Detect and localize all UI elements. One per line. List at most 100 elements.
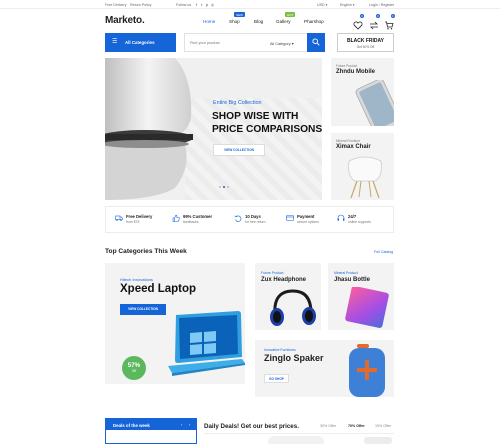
compare-count: 0 <box>376 14 380 18</box>
slider-dot[interactable] <box>219 186 221 188</box>
feature-subtitle: from $75 <box>126 220 140 224</box>
view-collection-button[interactable]: VIEW COLLECTION <box>213 144 265 156</box>
hero-title-line2: PRICE COMPARISONS <box>212 124 322 135</box>
side-card-title: Zhndu Mobile <box>336 69 375 75</box>
hero-title-line1: SHOP WISE WITH <box>212 111 299 122</box>
promo-subtitle: Get 40% Off <box>356 45 375 49</box>
category-title: Zux Headphone <box>261 277 307 283</box>
cart-button[interactable]: 0 <box>384 14 395 30</box>
side-card-kicker: Mineral Furniture <box>336 139 361 143</box>
feature-title: 99% Customer <box>183 214 213 219</box>
wishlist-count: 0 <box>360 14 364 18</box>
category-kicker: Mineral Product <box>334 271 358 275</box>
category-card-bottle[interactable]: Mineral Product Jhasu Bottle <box>328 263 394 330</box>
category-title: Jhasu Bottle <box>334 277 371 283</box>
category-select[interactable]: All Category ▾ <box>270 41 294 46</box>
category-title: Zinglo Spaker <box>264 353 324 363</box>
chevron-right-icon[interactable]: › <box>189 422 190 427</box>
return-policy-link[interactable]: Return Policy <box>130 3 151 7</box>
compare-button[interactable]: 0 <box>369 14 380 30</box>
category-card-speaker[interactable]: Innovative Furnitures Zinglo Spaker GO S… <box>255 340 394 397</box>
login-register-link[interactable]: Login / Register <box>369 3 394 7</box>
pinterest-icon[interactable]: p <box>206 3 208 7</box>
feature-title: Payment <box>297 214 315 219</box>
side-card-chair[interactable]: Mineral Furniture Ximax Chair <box>331 133 394 200</box>
deal-product-image <box>268 436 324 444</box>
category-kicker: Innovative Furnitures <box>264 348 296 352</box>
hero-kicker: Entire Big Collection <box>213 100 262 106</box>
category-kicker: Future Product <box>261 271 284 275</box>
truck-icon <box>115 215 123 221</box>
discount-badge: 57% Off <box>122 356 146 380</box>
nav-home[interactable]: Home <box>203 19 215 24</box>
bottle-image <box>345 287 389 328</box>
category-card-laptop[interactable]: Hitech Innovations Xpeed Laptop VIEW COL… <box>105 263 245 384</box>
hero-slider: Entire Big Collection SHOP WISE WITH PRI… <box>105 58 322 200</box>
thumbs-up-icon <box>172 214 180 222</box>
feature-subtitle: secure system <box>297 220 319 224</box>
return-icon <box>234 215 242 222</box>
side-card-kicker: Future Product <box>336 64 358 68</box>
currency-value: USD <box>317 3 325 7</box>
tab-70-offer[interactable]: 70% Offer <box>348 424 365 428</box>
category-title: Xpeed Laptop <box>120 283 197 295</box>
feature-subtitle: online supports <box>348 220 371 224</box>
facebook-icon[interactable]: f <box>196 3 197 7</box>
slider-dot[interactable] <box>227 186 229 188</box>
search-icon <box>312 38 320 46</box>
free-delivery-link[interactable]: Free Delivery <box>105 3 126 7</box>
cart-count: 0 <box>391 14 395 18</box>
discount-value: 57% <box>127 362 141 369</box>
go-shop-button[interactable]: GO SHOP <box>264 374 289 383</box>
promo-title: BLACK FRIDAY <box>346 38 385 44</box>
side-card-mobile[interactable]: Future Product Zhndu Mobile <box>331 58 394 126</box>
nav-blog[interactable]: Blog <box>254 19 263 24</box>
cart-icon <box>385 21 394 30</box>
feature-subtitle: for free return <box>245 220 266 224</box>
language-select[interactable]: English ▾ <box>340 3 355 7</box>
headphone-image <box>270 289 316 326</box>
nav-gallery[interactable]: Gallery <box>276 19 291 24</box>
speaker-image <box>349 344 385 397</box>
deal-product-image <box>364 437 392 444</box>
top-bar: Free Delivery Return Policy Follow us f … <box>0 0 500 9</box>
black-friday-promo[interactable]: BLACK FRIDAY Get 40% Off <box>337 33 394 52</box>
slider-dot-active[interactable] <box>223 186 225 188</box>
menu-icon: ☰ <box>112 39 118 45</box>
all-categories-label: All Categories <box>125 40 155 45</box>
nav-shop[interactable]: Shop <box>229 19 240 24</box>
follow-us-label: Follow us <box>176 3 192 7</box>
language-value: English <box>340 3 352 7</box>
slider-dots <box>219 186 231 189</box>
section-title: Top Categories This Week <box>105 248 187 255</box>
twitter-icon[interactable]: t <box>201 3 202 7</box>
instagram-icon[interactable]: ◎ <box>211 3 214 7</box>
nav-gallery-badge: HOT <box>285 12 296 18</box>
compare-icon <box>370 21 378 30</box>
tab-15-offer[interactable]: 15% Offer <box>375 424 391 428</box>
all-categories-button[interactable]: ☰ All Categories <box>105 33 176 52</box>
chevron-left-icon[interactable]: ‹ <box>181 422 182 427</box>
divider <box>204 433 394 434</box>
wishlist-button[interactable]: 0 <box>353 14 364 30</box>
nav-pharshop[interactable]: Pharshop <box>304 19 324 24</box>
full-catalog-link[interactable]: Full Catalog <box>374 250 393 254</box>
chair-image <box>348 156 382 199</box>
daily-deals-title: Daily Deals! Get our best prices. <box>204 423 299 430</box>
deals-panel-body <box>105 430 197 444</box>
card-icon <box>286 215 294 221</box>
laptop-image <box>168 311 245 376</box>
currency-select[interactable]: USD ▾ <box>317 3 327 7</box>
site-logo[interactable]: Marketo. <box>105 15 145 26</box>
feature-title: Free Delivery <box>126 214 153 219</box>
tab-30-offer[interactable]: 30% Offer <box>320 424 336 428</box>
deals-label: Deals of the week <box>113 423 150 428</box>
feature-subtitle: feedbacks <box>183 220 199 224</box>
search-input[interactable] <box>190 39 265 47</box>
category-card-headphone[interactable]: Future Product Zux Headphone <box>255 263 321 330</box>
headset-icon <box>337 214 345 221</box>
phone-image <box>355 80 394 126</box>
heart-icon <box>353 21 363 30</box>
search-button[interactable] <box>307 33 325 52</box>
feature-title: 10 Days <box>245 214 261 219</box>
